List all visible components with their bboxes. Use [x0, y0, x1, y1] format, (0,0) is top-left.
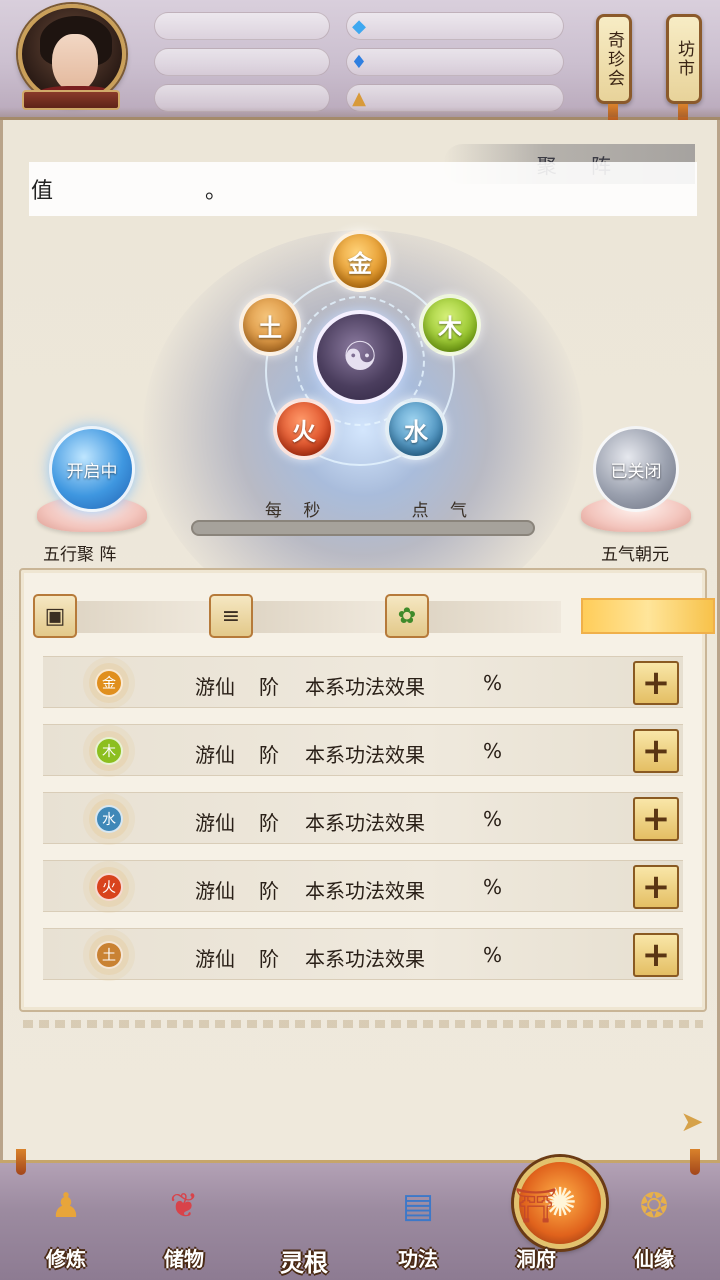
spirit-stone-bar: [346, 12, 564, 40]
spirit-stone-icon: ◆: [352, 15, 366, 37]
notice-suffix: 。: [205, 179, 228, 204]
element-orb-earth[interactable]: 土: [239, 294, 301, 356]
notice-banner: 值。: [29, 162, 697, 216]
formation-panel: 聚 阵 值。 ☯ 金 木 水 火 土 开启中 五行聚 阵 已关闭 五气朝元 每 …: [0, 120, 720, 1160]
gold-reward-slot[interactable]: [581, 598, 715, 634]
cave-dwelling-icon: ⛩: [514, 1186, 558, 1226]
element-badge-water: 水: [95, 805, 123, 833]
nav-fate[interactable]: ❂ 仙缘: [606, 1171, 702, 1280]
element-row-fire: 火 游仙阶 本系功法效果% +: [43, 860, 683, 912]
effect-percent: %: [483, 807, 503, 831]
rank-label: 游仙: [195, 743, 235, 767]
element-orb-fire[interactable]: 火: [273, 398, 335, 460]
resource-slot-2: [154, 48, 330, 76]
nav-cave-label: 洞府: [516, 1247, 556, 1271]
material-count-slot: [411, 601, 561, 633]
five-element-formation-label: 五行聚 阵: [43, 545, 117, 565]
nav-storage-label: 储物: [164, 1247, 204, 1271]
material-count-slot: [235, 601, 385, 633]
nav-techniques-label: 功法: [398, 1247, 438, 1271]
treasure-fair-label: 奇珍会: [604, 30, 624, 88]
resource-slot-3: [154, 84, 330, 112]
notice-prefix: 值: [31, 179, 54, 204]
element-badge-fire: 火: [95, 873, 123, 901]
crystal-bar: [346, 48, 564, 76]
tier-label: 阶: [259, 675, 279, 699]
element-orb-gold[interactable]: 金: [329, 230, 391, 292]
material-count-slot: [59, 601, 209, 633]
effect-label: 本系功法效果: [305, 743, 425, 767]
effect-percent: %: [483, 943, 503, 967]
gourd-icon: ❂: [639, 1186, 669, 1226]
tier-label: 阶: [259, 947, 279, 971]
wood-log-icon[interactable]: ≡: [209, 594, 253, 638]
tier-label: 阶: [259, 743, 279, 767]
rank-label: 游仙: [195, 879, 235, 903]
pouch-icon: ❦: [169, 1186, 199, 1226]
tier-label: 阶: [259, 811, 279, 835]
rank-label: 游仙: [195, 811, 235, 835]
element-badge-wood: 木: [95, 737, 123, 765]
upgrade-plus-button[interactable]: +: [633, 865, 679, 909]
qi-rate-prefix: 每 秒: [265, 501, 329, 521]
nav-spirit-root-label: 灵根: [280, 1248, 328, 1277]
nav-cave[interactable]: ⛩ 洞府: [488, 1171, 584, 1280]
tier-label: 阶: [259, 879, 279, 903]
player-avatar[interactable]: [18, 4, 126, 104]
ornamental-divider: [23, 1020, 703, 1028]
effect-label: 本系功法效果: [305, 947, 425, 971]
element-badge-gold: 金: [95, 669, 123, 697]
element-orb-wood[interactable]: 木: [419, 294, 481, 356]
element-attribute-panel: ▣ ≡ ✿ 金游仙阶本系功法效果% + 木游仙阶本系功法效果% + 水游仙阶本系功法效果…: [19, 568, 715, 1012]
effect-label: 本系功法效果: [305, 811, 425, 835]
effect-percent: %: [483, 739, 503, 763]
yin-yang-icon: ☯: [313, 310, 407, 404]
element-row-earth: 土 游仙阶 本系功法效果% +: [43, 928, 683, 980]
ore-icon[interactable]: ▣: [33, 594, 77, 638]
crystal-icon: ♦: [350, 51, 368, 73]
five-element-formation-toggle[interactable]: 开启中: [49, 426, 135, 512]
resource-slot-1: [154, 12, 330, 40]
effect-percent: %: [483, 875, 503, 899]
nav-techniques[interactable]: ▤ 功法: [370, 1171, 466, 1280]
cultivator-icon: ♟: [50, 1186, 82, 1226]
five-qi-label: 五气朝元: [601, 545, 669, 565]
nav-spirit-root[interactable]: ✺ 灵根: [256, 1157, 606, 1280]
qi-rate: 每 秒 点 气: [265, 496, 475, 521]
top-bar: ◆ ♦ ▲ 奇珍会 坊市: [0, 0, 720, 130]
upgrade-plus-button[interactable]: +: [633, 933, 679, 977]
nav-fate-label: 仙缘: [634, 1247, 674, 1271]
material-row: ▣ ≡ ✿: [33, 594, 715, 640]
market-button[interactable]: 坊市: [666, 14, 702, 104]
effect-percent: %: [483, 671, 503, 695]
treasure-fair-button[interactable]: 奇珍会: [596, 14, 632, 104]
element-row-gold: 金 游仙阶 本系功法效果% +: [43, 656, 683, 708]
meditating-figure-icon: ▲: [352, 87, 366, 109]
element-row-wood: 木 游仙阶 本系功法效果% +: [43, 724, 683, 776]
rank-label: 游仙: [195, 947, 235, 971]
upgrade-plus-button[interactable]: +: [633, 797, 679, 841]
effect-label: 本系功法效果: [305, 675, 425, 699]
element-row-water: 水 游仙阶 本系功法效果% +: [43, 792, 683, 844]
qi-progress-bar: [191, 520, 535, 536]
nav-storage[interactable]: ❦ 储物: [136, 1171, 232, 1280]
qi-rate-suffix: 点 气: [411, 501, 475, 521]
nav-cultivate-label: 修炼: [46, 1247, 86, 1271]
five-qi-toggle[interactable]: 已关闭: [593, 426, 679, 512]
rank-label: 游仙: [195, 675, 235, 699]
element-orb-water[interactable]: 水: [385, 398, 447, 460]
next-arrow-icon[interactable]: ➤: [675, 1104, 709, 1138]
bottom-navigation: ♟ 修炼 ❦ 储物 ✺ 灵根 ▤ 功法 ⛩ 洞府 ❂ 仙缘: [0, 1149, 720, 1280]
upgrade-plus-button[interactable]: +: [633, 661, 679, 705]
effect-label: 本系功法效果: [305, 879, 425, 903]
market-label: 坊市: [674, 40, 694, 78]
avatar-face: [52, 34, 98, 92]
player-name-plate: [22, 90, 120, 110]
herb-icon[interactable]: ✿: [385, 594, 429, 638]
element-badge-earth: 土: [95, 941, 123, 969]
nav-cultivate[interactable]: ♟ 修炼: [18, 1171, 114, 1280]
cultivation-bar: [346, 84, 564, 112]
upgrade-plus-button[interactable]: +: [633, 729, 679, 773]
scripture-book-icon: ▤: [401, 1186, 435, 1226]
